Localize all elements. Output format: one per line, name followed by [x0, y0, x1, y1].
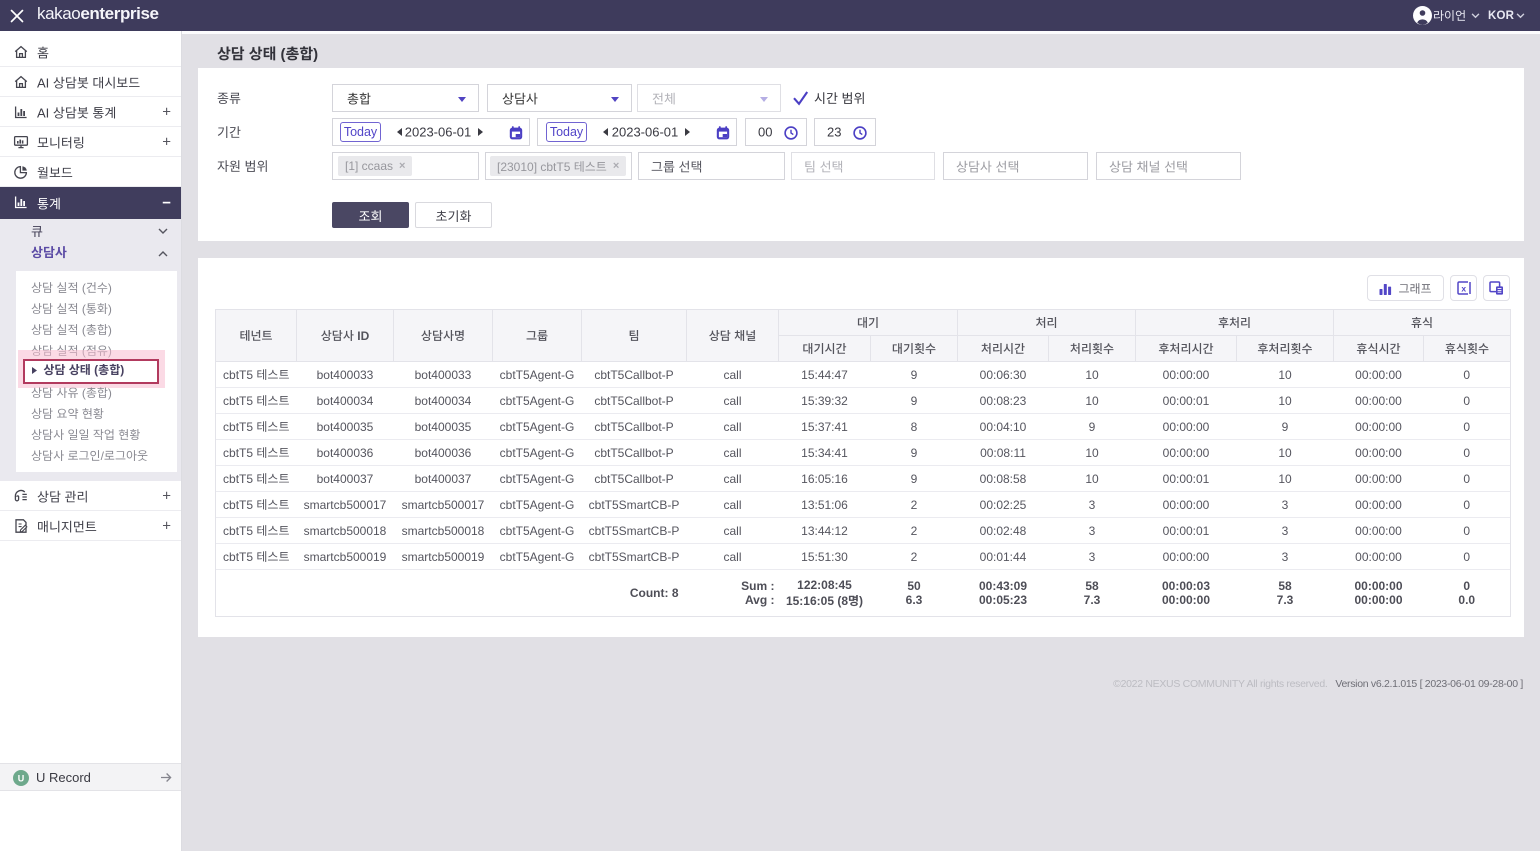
svg-text:U: U — [18, 773, 25, 783]
svg-text:x: x — [1461, 283, 1466, 293]
